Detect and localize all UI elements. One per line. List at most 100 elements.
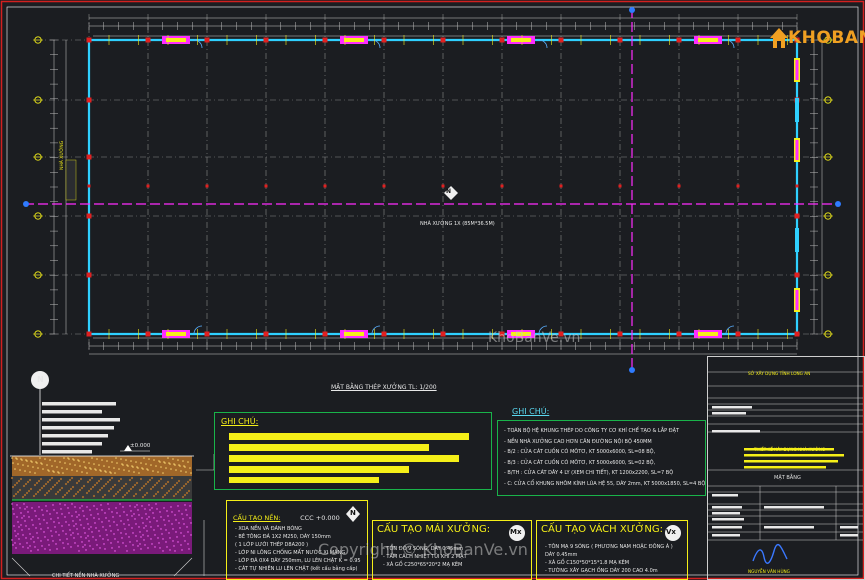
soil-speck bbox=[175, 469, 177, 471]
steel-column bbox=[263, 37, 269, 43]
house-logo-icon bbox=[770, 28, 788, 48]
gravel-stone bbox=[117, 479, 121, 483]
sand-speck bbox=[65, 521, 67, 523]
gravel-stone bbox=[76, 490, 80, 494]
sand-speck bbox=[190, 522, 192, 524]
tb-project: THIẾT KẾ XÂY DỰNG NHÀ XƯỞNG bbox=[754, 447, 826, 452]
side-label-box bbox=[65, 159, 77, 201]
sand-speck bbox=[24, 520, 26, 522]
sand-speck bbox=[148, 504, 150, 506]
sand-speck bbox=[95, 527, 97, 529]
sand-speck bbox=[175, 531, 177, 533]
gravel-stone bbox=[134, 492, 138, 496]
gravel-stone bbox=[80, 486, 84, 490]
gravel-stone bbox=[36, 490, 40, 494]
soil-speck bbox=[79, 465, 81, 467]
sand-speck bbox=[124, 528, 126, 530]
sand-speck bbox=[186, 526, 188, 528]
sand-speck bbox=[174, 550, 176, 552]
steel-column bbox=[735, 331, 741, 337]
gravel-stone bbox=[139, 477, 143, 481]
gravel-stone bbox=[33, 483, 37, 487]
gravel-stone bbox=[95, 481, 99, 485]
sand-speck bbox=[153, 529, 155, 531]
sand-speck bbox=[163, 507, 165, 509]
sand-speck bbox=[48, 544, 50, 546]
sand-speck bbox=[134, 506, 136, 508]
soil-speck bbox=[158, 460, 160, 462]
soil-speck bbox=[138, 472, 140, 474]
gravel-stone bbox=[43, 493, 47, 497]
sand-speck bbox=[137, 545, 139, 547]
gravel-stone bbox=[96, 490, 100, 494]
gravel-stone bbox=[120, 486, 124, 490]
sand-speck bbox=[54, 526, 56, 528]
sand-speck bbox=[59, 503, 61, 505]
gravel-stone bbox=[47, 489, 51, 493]
gravel-stone bbox=[60, 486, 64, 490]
soil-speck bbox=[81, 471, 83, 473]
sand-speck bbox=[120, 520, 122, 522]
gravel-stone bbox=[29, 487, 33, 491]
soil-speck bbox=[172, 458, 174, 460]
sand-speck bbox=[185, 509, 187, 511]
gravel-stone bbox=[143, 493, 147, 497]
sand-speck bbox=[162, 550, 164, 552]
section-marker: N bbox=[37, 375, 44, 384]
gravel-stone bbox=[100, 486, 104, 490]
sand-speck bbox=[189, 505, 191, 507]
interior-column bbox=[441, 184, 445, 188]
soil-speck bbox=[86, 472, 88, 474]
gravel-stone bbox=[89, 487, 93, 491]
note-line: - TOÀN BỘ HỆ KHUNG THÉP DO CÔNG TY CƠ KH… bbox=[504, 428, 680, 434]
gravel-stone bbox=[101, 495, 105, 499]
sand-speck bbox=[37, 537, 39, 539]
sand-speck bbox=[28, 528, 30, 530]
sand-speck bbox=[62, 542, 64, 544]
steel-column bbox=[86, 331, 92, 337]
sand-speck bbox=[133, 549, 135, 551]
gravel-stone bbox=[150, 476, 154, 480]
sand-speck bbox=[56, 548, 58, 550]
gravel-stone bbox=[110, 476, 114, 480]
side-label: NHÀ XƯỞNG bbox=[60, 140, 65, 170]
sand-speck bbox=[69, 529, 71, 531]
sand-speck bbox=[55, 531, 57, 533]
side-door-core bbox=[795, 290, 799, 310]
gravel-stone bbox=[146, 480, 150, 484]
sand-speck bbox=[168, 520, 170, 522]
sand-speck bbox=[13, 513, 15, 515]
sand-speck bbox=[102, 526, 104, 528]
notes-left-heading: GHI CHÚ: bbox=[221, 417, 259, 426]
sand-speck bbox=[113, 533, 115, 535]
sand-speck bbox=[74, 542, 76, 544]
steel-column bbox=[204, 331, 210, 337]
soil-speck bbox=[61, 467, 63, 469]
gravel-stone bbox=[79, 477, 83, 481]
sand-speck bbox=[128, 536, 130, 538]
gravel-stone bbox=[50, 476, 54, 480]
sand-speck bbox=[137, 509, 139, 511]
soil-speck bbox=[180, 470, 182, 472]
gravel-stone bbox=[149, 487, 153, 491]
rolling-door-core bbox=[698, 332, 718, 336]
soil-speck bbox=[11, 457, 13, 459]
wall-line: - XÀ GỒ C150*50*15*1.8 MẠ KẼM bbox=[545, 560, 630, 566]
sand-speck bbox=[27, 511, 29, 513]
foundation-line: - XOA NỀN VÀ ĐÁNH BÓNG bbox=[235, 526, 302, 532]
gravel-stone bbox=[116, 490, 120, 494]
sand-speck bbox=[44, 536, 46, 538]
foundation-section bbox=[10, 371, 215, 577]
sand-speck bbox=[165, 529, 167, 531]
steel-column bbox=[322, 331, 328, 337]
gravel-stone bbox=[99, 477, 103, 481]
steel-column bbox=[86, 213, 92, 219]
steel-column bbox=[440, 331, 446, 337]
steel-column bbox=[145, 37, 151, 43]
gravel-stone bbox=[103, 493, 107, 497]
gravel-stone bbox=[125, 491, 129, 495]
steel-column bbox=[617, 37, 623, 43]
sand-speck bbox=[169, 549, 171, 551]
sand-speck bbox=[190, 534, 192, 536]
sand-speck bbox=[177, 505, 179, 507]
